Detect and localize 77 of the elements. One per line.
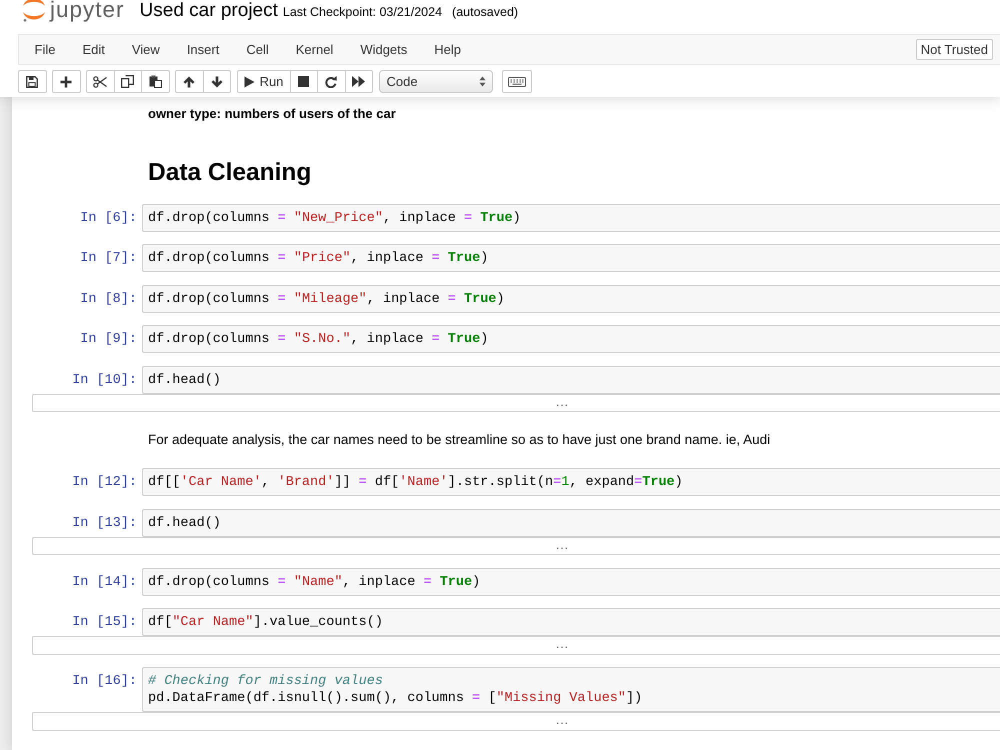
- code-line: df.drop(columns = "Mileage", inplace = True): [148, 290, 505, 308]
- menu-item[interactable]: Kernel: [282, 35, 347, 64]
- restart-button[interactable]: [317, 70, 346, 93]
- cut-button[interactable]: [86, 70, 114, 93]
- refresh-icon: [325, 76, 338, 88]
- input-prompt: In [14]:: [72, 574, 137, 592]
- menu-item[interactable]: Help: [420, 35, 475, 64]
- code-line: df.drop(columns = "New_Price", inplace = True): [148, 210, 521, 226]
- fast-forward-icon: [352, 76, 366, 87]
- logo-text: jupyter: [50, 0, 125, 20]
- code-editor[interactable]: df[['Car Name', 'Brand']] = df['Name'].str.split(n=1, expand=True): [142, 468, 1000, 496]
- menu-item[interactable]: File: [21, 35, 69, 64]
- menu-item[interactable]: Insert: [173, 35, 233, 64]
- code-editor[interactable]: df.drop(columns = "Name", inplace = True): [142, 568, 1000, 596]
- move-up-button[interactable]: [175, 70, 204, 93]
- input-prompt: In [10]:: [72, 372, 137, 390]
- input-prompt: In [7]:: [80, 250, 137, 268]
- cell-type-select[interactable]: Code: [378, 70, 492, 93]
- copy-icon: [121, 75, 134, 88]
- stop-button[interactable]: [290, 70, 318, 93]
- code-editor[interactable]: df.drop(columns = "S.No.", inplace = True): [142, 325, 1000, 353]
- menu-item[interactable]: Cell: [232, 35, 282, 64]
- code-line: # Checking for missing values: [148, 673, 383, 690]
- autosave-status: (autosaved): [452, 4, 518, 21]
- input-prompt: In [12]:: [72, 474, 137, 492]
- code-line: df["Car Name"].value_counts(): [148, 614, 383, 631]
- menu-item[interactable]: Edit: [68, 35, 118, 64]
- collapsed-output[interactable]: ...: [32, 394, 1000, 412]
- arrow-up-icon: [183, 76, 196, 88]
- section-heading: Data Cleaning: [148, 158, 312, 188]
- code-line: df.drop(columns = "Price", inplace = True): [148, 250, 488, 267]
- checkpoint-text: Last Checkpoint: 03/21/2024: [282, 4, 442, 21]
- code-editor[interactable]: df.drop(columns = "Mileage", inplace = True): [142, 284, 1000, 312]
- play-icon: [244, 76, 255, 88]
- markdown-text: For adequate analysis, the car names need to be streamline so as to have just one brand name. ie, Audi: [148, 431, 770, 449]
- keyboard-button[interactable]: [502, 70, 532, 93]
- code-line: pd.DataFrame(df.isnull().sum(), columns = ["Missing Values"]): [148, 690, 642, 707]
- input-prompt: In [16]:: [72, 673, 137, 691]
- collapsed-output[interactable]: ...: [32, 712, 1000, 730]
- add-cell-button[interactable]: [52, 70, 80, 93]
- copy-button[interactable]: [114, 70, 142, 93]
- scissors-icon: [93, 76, 108, 88]
- input-prompt: In [9]:: [80, 331, 137, 349]
- input-prompt: In [15]:: [72, 614, 137, 632]
- stop-icon: [298, 76, 310, 87]
- code-editor[interactable]: df.head(): [142, 366, 1000, 394]
- code-editor[interactable]: df["Car Name"].value_counts(): [142, 608, 1000, 636]
- collapsed-output[interactable]: ...: [32, 536, 1000, 555]
- run-button[interactable]: Run: [236, 70, 290, 93]
- markdown-text: owner type: numbers of users of the car: [148, 105, 396, 123]
- updown-caret-icon: [478, 76, 486, 87]
- code-line: df.head(): [148, 514, 221, 532]
- logo-icon: [22, 0, 46, 22]
- code-line: df.head(): [148, 372, 221, 388]
- trust-indicator[interactable]: Not Trusted: [916, 39, 993, 60]
- menu-item[interactable]: View: [118, 35, 174, 64]
- code-editor[interactable]: df.head(): [142, 508, 1000, 536]
- menu-item[interactable]: Widgets: [346, 35, 421, 64]
- plus-icon: [60, 76, 72, 88]
- save-button[interactable]: [18, 70, 46, 93]
- code-editor[interactable]: df.drop(columns = "Price", inplace = True): [142, 244, 1000, 272]
- keyboard-icon: [508, 76, 526, 86]
- input-prompt: In [6]:: [80, 210, 137, 228]
- code-line: df.drop(columns = "S.No.", inplace = True): [148, 331, 488, 348]
- code-editor[interactable]: # Checking for missing values pd.DataFrame(df.isnull().sum(), columns = ["Missing Values"]): [142, 667, 1000, 712]
- code-line: df[['Car Name', 'Brand']] = df['Name'].str.split(n=1, expand=True): [148, 474, 683, 491]
- collapsed-output[interactable]: ...: [32, 636, 1000, 654]
- input-prompt: In [8]:: [80, 290, 137, 308]
- notebook-title[interactable]: Used car project: [140, 0, 278, 22]
- move-down-button[interactable]: [202, 70, 231, 93]
- input-prompt: In [13]:: [72, 514, 137, 532]
- code-editor[interactable]: df.drop(columns = "New_Price", inplace = True): [142, 204, 1000, 232]
- fast-forward-button[interactable]: [344, 70, 373, 93]
- code-line: df.drop(columns = "Name", inplace = True): [148, 574, 480, 590]
- clipboard-icon: [148, 75, 162, 88]
- paste-button[interactable]: [141, 70, 170, 93]
- arrow-down-icon: [210, 76, 223, 88]
